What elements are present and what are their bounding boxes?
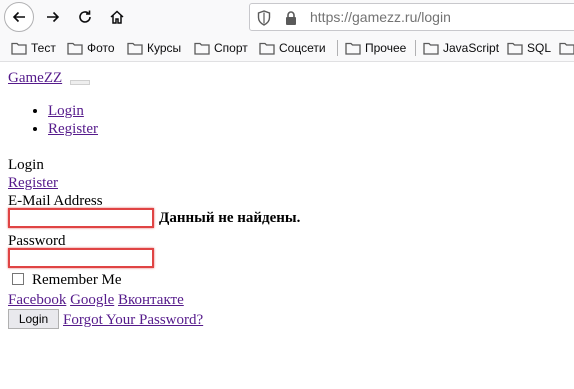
bookmark-folder[interactable]: Фото — [67, 38, 115, 58]
bookmark-folder[interactable]: Спорт — [194, 38, 248, 58]
page-heading: Login — [8, 157, 44, 173]
url-text: https://gamezz.ru/login — [310, 9, 451, 25]
shield-icon[interactable] — [257, 10, 271, 26]
bookmark-folder[interactable]: Курсы — [127, 38, 181, 58]
browser-toolbar: https://gamezz.ru/login — [0, 0, 574, 34]
nav-item-register: Register — [48, 120, 98, 138]
folder-icon — [507, 42, 523, 55]
bookmark-label: Курсы — [147, 41, 182, 55]
folder-icon — [259, 42, 275, 55]
register-link[interactable]: Register — [8, 174, 58, 192]
folder-icon — [127, 42, 143, 55]
home-icon — [110, 10, 124, 24]
nav-list: Login Register — [8, 102, 98, 138]
bookmark-label: Соцсети — [279, 41, 326, 55]
url-path: /login — [417, 9, 451, 25]
bookmark-label: SQL — [527, 41, 552, 55]
page-content: GameZZ Login Register Login Register E-M… — [0, 62, 574, 389]
folder-icon — [559, 42, 574, 55]
bookmark-label: Тест — [31, 41, 56, 55]
forgot-password-link[interactable]: Forgot Your Password? — [63, 311, 203, 329]
bookmark-label: Фото — [87, 41, 115, 55]
remember-checkbox[interactable] — [12, 273, 24, 285]
bookmark-folder[interactable]: Прочее — [345, 38, 406, 58]
bookmark-folder[interactable] — [559, 38, 574, 58]
reload-icon — [79, 10, 91, 23]
arrow-right-icon — [47, 11, 60, 23]
folder-icon — [11, 42, 27, 55]
facebook-link[interactable]: Facebook — [8, 292, 66, 308]
google-link[interactable]: Google — [70, 292, 114, 308]
arrow-left-icon — [12, 11, 25, 23]
bookmark-folder[interactable]: Соцсети — [259, 38, 326, 58]
error-message: Данный не найдены. — [159, 210, 301, 226]
bookmark-separator — [337, 40, 338, 56]
login-button[interactable]: Login — [8, 309, 59, 329]
url-host: https://gamezz.ru — [310, 9, 418, 25]
bookmark-folder[interactable]: SQL — [507, 38, 551, 58]
lock-icon[interactable] — [284, 10, 298, 26]
password-input[interactable] — [8, 248, 154, 268]
vkontakte-link[interactable]: Вконтакте — [118, 292, 184, 308]
nav-register-link[interactable]: Register — [48, 121, 98, 137]
folder-icon — [345, 42, 361, 55]
folder-icon — [67, 42, 83, 55]
forward-button[interactable] — [38, 2, 68, 32]
remember-label: Remember Me — [32, 272, 122, 288]
folder-icon — [194, 42, 210, 55]
navbar-toggler-button[interactable] — [70, 80, 90, 85]
bookmark-label: Прочее — [365, 41, 407, 55]
email-input[interactable] — [8, 208, 154, 228]
bookmark-label: JavaScript — [443, 41, 500, 55]
bookmarks-toolbar: Тест Фото Курсы Спорт Соцсети Прочее Jav… — [0, 34, 574, 62]
brand-link[interactable]: GameZZ — [8, 70, 62, 87]
home-button[interactable] — [102, 2, 132, 32]
bookmark-separator — [415, 40, 416, 56]
nav-login-link[interactable]: Login — [48, 103, 84, 119]
social-links: Facebook Google Вконтакте — [8, 291, 184, 309]
address-bar[interactable]: https://gamezz.ru/login — [249, 3, 574, 31]
bookmark-folder[interactable]: Тест — [11, 38, 56, 58]
nav-item-login: Login — [48, 102, 98, 120]
back-button[interactable] — [4, 2, 34, 32]
folder-icon — [423, 42, 439, 55]
reload-button[interactable] — [70, 2, 100, 32]
bookmark-folder[interactable]: JavaScript — [423, 38, 499, 58]
bookmark-label: Спорт — [214, 41, 248, 55]
